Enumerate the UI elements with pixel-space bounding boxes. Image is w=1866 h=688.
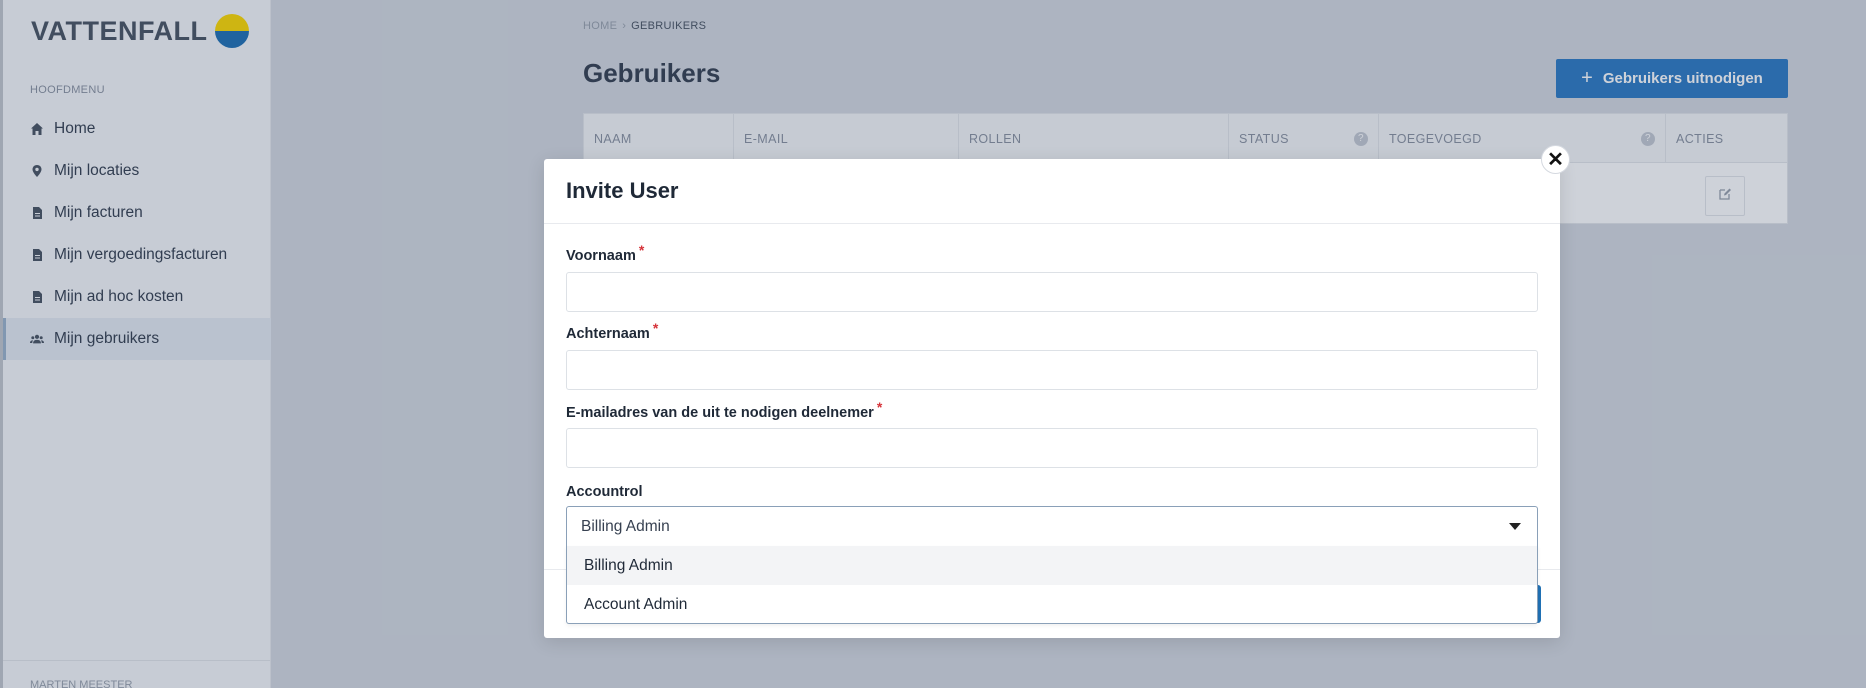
last-name-input[interactable] xyxy=(566,350,1538,390)
required-marker: * xyxy=(652,320,659,336)
account-role-selected: Billing Admin xyxy=(581,517,670,535)
required-marker: * xyxy=(876,399,883,415)
last-name-label: Achternaam * xyxy=(566,320,659,342)
email-input[interactable] xyxy=(566,428,1538,468)
required-marker: * xyxy=(638,242,645,258)
close-icon: ✕ xyxy=(1547,148,1564,171)
account-role-options: Billing Admin Account Admin xyxy=(566,546,1538,624)
modal-title: Invite User xyxy=(566,178,679,203)
first-name-input[interactable] xyxy=(566,272,1538,312)
close-modal-button[interactable]: ✕ xyxy=(1541,145,1570,174)
account-role-select[interactable]: Billing Admin xyxy=(566,506,1538,546)
invite-user-modal: Invite User Voornaam * Achternaam * E-mail… xyxy=(544,159,1560,638)
option-billing-admin[interactable]: Billing Admin xyxy=(567,546,1537,585)
first-name-label: Voornaam * xyxy=(566,242,645,264)
chevron-down-icon xyxy=(1509,523,1521,530)
account-role-label: Accountrol xyxy=(566,484,643,500)
email-label: E-mailadres van de uit te nodigen deelne… xyxy=(566,399,883,421)
option-account-admin[interactable]: Account Admin xyxy=(567,585,1537,624)
modal-header: Invite User xyxy=(544,159,1560,224)
